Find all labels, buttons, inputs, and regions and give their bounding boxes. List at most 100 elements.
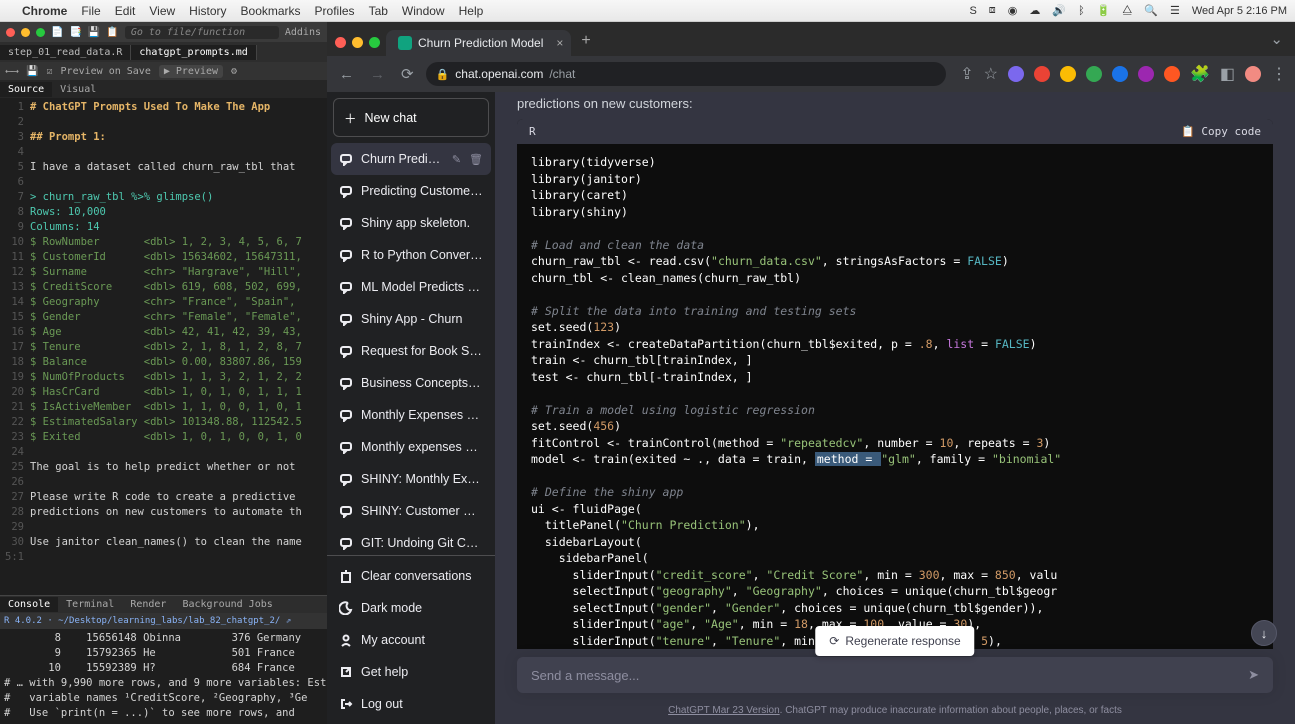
my-account[interactable]: My account xyxy=(331,624,491,656)
addins-button[interactable]: Addins xyxy=(285,27,321,38)
visual-mode[interactable]: Visual xyxy=(52,82,104,97)
extension-icon[interactable] xyxy=(1138,66,1154,82)
wifi-icon[interactable]: ⧋ xyxy=(1122,4,1132,17)
conversation-active[interactable]: Churn Prediction Mod ✎ 🗑 xyxy=(331,143,491,175)
menu-help[interactable]: Help xyxy=(459,4,484,18)
code-content[interactable]: library(tidyverse) library(janitor) libr… xyxy=(517,144,1273,649)
conversation-item[interactable]: Shiny App - Churn xyxy=(331,303,491,335)
conversation-item[interactable]: R to Python Conversion xyxy=(331,239,491,271)
close-tab-icon[interactable]: × xyxy=(556,36,563,50)
toolbar-btn[interactable]: 💾 xyxy=(88,27,100,38)
url-bar[interactable]: 🔒 chat.openai.com/chat xyxy=(426,62,946,86)
editor-tab-active[interactable]: chatgpt_prompts.md xyxy=(131,45,256,60)
toolbar-btn[interactable]: 📄 xyxy=(51,27,63,38)
dark-mode-toggle[interactable]: Dark mode xyxy=(331,592,491,624)
share-icon[interactable]: ⇪ xyxy=(960,64,973,84)
kebab-menu-icon[interactable]: ⋮ xyxy=(1271,64,1287,84)
bluetooth-icon[interactable]: ᛒ xyxy=(1078,5,1085,17)
battery-icon[interactable]: 🔋 xyxy=(1097,4,1111,17)
conversation-item[interactable]: ML Model Predicts Custome xyxy=(331,271,491,303)
preview-on-save[interactable]: Preview on Save xyxy=(61,66,151,77)
browser-tab[interactable]: Churn Prediction Model × xyxy=(386,30,571,56)
menu-tab[interactable]: Tab xyxy=(369,4,388,18)
cloud-icon[interactable]: ☁ xyxy=(1029,4,1040,17)
traffic-close-icon[interactable] xyxy=(335,37,346,48)
back-button[interactable]: ← xyxy=(335,64,358,85)
extension-icon[interactable] xyxy=(1034,66,1050,82)
save-icon[interactable]: 💾 xyxy=(26,66,38,77)
regenerate-label: Regenerate response xyxy=(845,634,960,648)
dropbox-icon[interactable]: ⧈ xyxy=(989,4,996,17)
sidepanel-icon[interactable]: ◧ xyxy=(1220,64,1235,84)
message-input[interactable]: Send a message... ➤ xyxy=(517,657,1273,693)
console-path[interactable]: R 4.0.2 · ~/Desktop/learning_labs/lab_82… xyxy=(4,616,291,626)
console-tab[interactable]: Console xyxy=(0,597,58,612)
scroll-down-button[interactable]: ↓ xyxy=(1251,620,1277,646)
menu-edit[interactable]: Edit xyxy=(115,4,136,18)
new-tab-button[interactable]: + xyxy=(571,26,600,56)
get-help[interactable]: Get help xyxy=(331,656,491,688)
conversation-item[interactable]: GIT: Undoing Git Commits. xyxy=(331,527,491,555)
goto-file-input[interactable]: Go to file/function xyxy=(125,26,279,39)
status-icon[interactable]: S xyxy=(969,5,976,17)
camera-icon[interactable]: ◉ xyxy=(1008,4,1018,17)
rstudio-viewmode: Source Visual xyxy=(0,80,327,98)
menu-profiles[interactable]: Profiles xyxy=(315,4,355,18)
render-tab[interactable]: Render xyxy=(122,597,174,612)
extension-icon[interactable] xyxy=(1060,66,1076,82)
control-center-icon[interactable]: ☰ xyxy=(1170,4,1180,17)
extension-icon[interactable] xyxy=(1164,66,1180,82)
reload-button[interactable]: ⟳ xyxy=(397,63,418,85)
menu-bookmarks[interactable]: Bookmarks xyxy=(241,4,301,18)
chevron-down-icon[interactable]: ⌄ xyxy=(1266,28,1287,56)
menu-history[interactable]: History xyxy=(189,4,226,18)
conversation-item[interactable]: Predicting Customer Churn F xyxy=(331,175,491,207)
traffic-max-icon[interactable] xyxy=(36,28,45,37)
clear-conversations[interactable]: Clear conversations xyxy=(331,560,491,592)
menu-view[interactable]: View xyxy=(149,4,175,18)
traffic-min-icon[interactable] xyxy=(352,37,363,48)
search-icon[interactable]: 🔍 xyxy=(1144,4,1158,17)
trash-icon[interactable]: 🗑 xyxy=(469,153,483,166)
edit-icon[interactable]: ✎ xyxy=(452,153,461,166)
conversation-item[interactable]: SHINY: Monthly Expenses Ca xyxy=(331,463,491,495)
forward-button[interactable]: → xyxy=(366,64,389,85)
toolbar-btn[interactable]: 📋 xyxy=(106,27,118,38)
editor-tab[interactable]: step_01_read_data.R xyxy=(0,45,131,60)
star-icon[interactable]: ☆ xyxy=(984,64,998,84)
new-chat-button[interactable]: ＋ New chat xyxy=(333,98,489,137)
version-link[interactable]: ChatGPT Mar 23 Version xyxy=(668,705,780,716)
logout[interactable]: Log out xyxy=(331,688,491,720)
extensions-icon[interactable]: 🧩 xyxy=(1190,64,1210,84)
traffic-min-icon[interactable] xyxy=(21,28,30,37)
terminal-tab[interactable]: Terminal xyxy=(58,597,122,612)
gear-icon[interactable]: ⚙ xyxy=(231,66,237,77)
copy-code-button[interactable]: 📋 Copy code xyxy=(1181,125,1261,138)
profile-avatar[interactable] xyxy=(1245,66,1261,82)
menu-file[interactable]: File xyxy=(81,4,100,18)
traffic-close-icon[interactable] xyxy=(6,28,15,37)
extension-icon[interactable] xyxy=(1008,66,1024,82)
menu-window[interactable]: Window xyxy=(402,4,445,18)
conversation-item[interactable]: SHINY: Customer Spending P xyxy=(331,495,491,527)
bgjobs-tab[interactable]: Background Jobs xyxy=(174,597,280,612)
console-output[interactable]: 8 15656148 Obinna 376 Germany 9 15792365… xyxy=(0,629,327,724)
conversation-item[interactable]: Monthly Expenses Calculato xyxy=(331,399,491,431)
conversation-item[interactable]: Shiny app skeleton. xyxy=(331,207,491,239)
rstudio-editor[interactable]: 1# ChatGPT Prompts Used To Make The App2… xyxy=(0,98,327,595)
toolbar-btn[interactable]: 📑 xyxy=(69,27,81,38)
preview-button[interactable]: ▶ Preview xyxy=(159,65,223,78)
arrow-icon[interactable]: ⟵⟶ xyxy=(6,66,18,77)
volume-icon[interactable]: 🔊 xyxy=(1052,4,1066,17)
extension-icon[interactable] xyxy=(1112,66,1128,82)
source-mode[interactable]: Source xyxy=(0,82,52,97)
conversation-item[interactable]: Business Concepts MBA xyxy=(331,367,491,399)
conversation-item[interactable]: Request for Book Summary. xyxy=(331,335,491,367)
regenerate-button[interactable]: ⟳ Regenerate response xyxy=(815,626,974,656)
send-icon[interactable]: ➤ xyxy=(1248,667,1259,683)
extension-icon[interactable] xyxy=(1086,66,1102,82)
chat-icon xyxy=(339,248,353,262)
traffic-max-icon[interactable] xyxy=(369,37,380,48)
clock[interactable]: Wed Apr 5 2:16 PM xyxy=(1192,5,1287,17)
conversation-item[interactable]: Monthly expenses calculator xyxy=(331,431,491,463)
